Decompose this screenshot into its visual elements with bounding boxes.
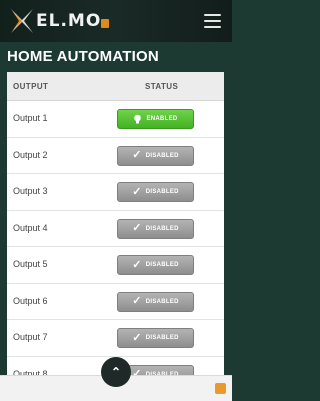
status-toggle-button[interactable]: ENABLED bbox=[117, 109, 194, 129]
status-label: DISABLED bbox=[145, 335, 179, 341]
ad-choices-icon[interactable] bbox=[215, 383, 226, 394]
checkmark-icon: ✓ bbox=[132, 295, 142, 307]
status-label: DISABLED bbox=[145, 262, 179, 268]
table-row: Output 2 ✓ DISABLED bbox=[7, 138, 224, 174]
output-label: Output 4 bbox=[13, 222, 48, 233]
logo-text: EL.MO bbox=[36, 11, 102, 31]
logo-badge bbox=[101, 19, 109, 28]
lightbulb-icon bbox=[134, 114, 142, 123]
scroll-to-top-button[interactable]: ⌃ bbox=[101, 357, 131, 387]
status-toggle-button[interactable]: ✓ DISABLED bbox=[117, 291, 194, 312]
checkmark-icon: ✓ bbox=[132, 149, 142, 161]
hamburger-menu-icon[interactable] bbox=[204, 14, 221, 28]
status-toggle-button[interactable]: ✓ DISABLED bbox=[117, 328, 194, 348]
chevron-up-icon: ⌃ bbox=[110, 365, 122, 379]
checkmark-icon: ✓ bbox=[132, 185, 142, 198]
status-toggle-button[interactable]: ✓ DISABLED bbox=[117, 218, 194, 239]
status-toggle-button[interactable]: ✓ DISABLED bbox=[117, 145, 194, 166]
page-title: HOME AUTOMATION bbox=[7, 48, 159, 65]
output-label: Output 7 bbox=[13, 332, 48, 342]
logo-star-icon bbox=[11, 9, 33, 33]
status-label: DISABLED bbox=[145, 189, 179, 195]
table-row: Output 4 ✓ DISABLED bbox=[7, 211, 224, 247]
output-label: Output 3 bbox=[13, 186, 48, 196]
status-label: DISABLED bbox=[145, 298, 179, 305]
checkmark-icon: ✓ bbox=[132, 331, 142, 344]
output-label: Output 2 bbox=[13, 149, 48, 160]
table-row: Output 6 ✓ DISABLED bbox=[7, 284, 224, 320]
app-header: EL.MO bbox=[0, 0, 232, 42]
column-header-status: STATUS bbox=[145, 82, 179, 91]
table-header: OUTPUT STATUS bbox=[7, 72, 224, 101]
column-header-output: OUTPUT bbox=[13, 82, 49, 91]
checkmark-icon: ✓ bbox=[132, 222, 142, 234]
outputs-table: OUTPUT STATUS Output 1 ENABLED Output 2 … bbox=[7, 72, 224, 382]
status-toggle-button[interactable]: ✓ DISABLED bbox=[117, 255, 194, 275]
table-row: Output 1 ENABLED bbox=[7, 101, 224, 138]
table-row: Output 3 ✓ DISABLED bbox=[7, 174, 224, 211]
status-label: DISABLED bbox=[145, 225, 179, 232]
status-toggle-button[interactable]: ✓ DISABLED bbox=[117, 182, 194, 202]
output-label: Output 6 bbox=[13, 295, 48, 306]
status-label: DISABLED bbox=[145, 152, 179, 159]
checkmark-icon: ✓ bbox=[132, 258, 142, 271]
table-row: Output 5 ✓ DISABLED bbox=[7, 247, 224, 284]
table-row: Output 7 ✓ DISABLED bbox=[7, 320, 224, 357]
status-label: ENABLED bbox=[146, 116, 178, 122]
output-label: Output 1 bbox=[13, 113, 48, 123]
output-label: Output 5 bbox=[13, 259, 48, 269]
